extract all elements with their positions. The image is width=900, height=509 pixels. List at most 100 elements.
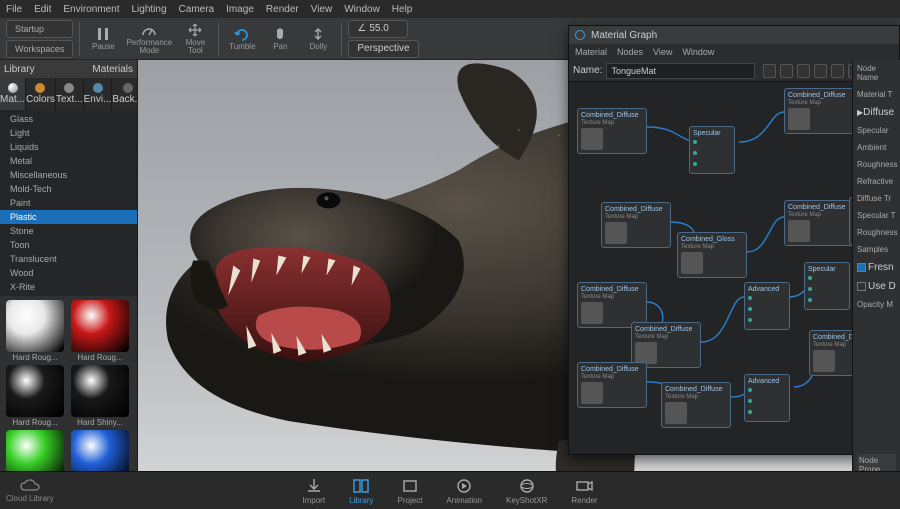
workspaces-button[interactable]: Workspaces bbox=[6, 40, 73, 58]
graph-node[interactable]: Combined_DiffuseTexture Map bbox=[784, 200, 854, 246]
menubar: File Edit Environment Lighting Camera Im… bbox=[0, 0, 900, 18]
prop-specular[interactable]: Specular bbox=[857, 126, 896, 135]
prop-opacity[interactable]: Opacity M bbox=[857, 300, 896, 309]
menu-window[interactable]: Window bbox=[344, 4, 380, 15]
menu-lighting[interactable]: Lighting bbox=[132, 4, 167, 15]
check-used[interactable]: Use D bbox=[857, 281, 896, 292]
pause-button[interactable]: Pause bbox=[86, 20, 120, 58]
cloud-library-button[interactable]: Cloud Library bbox=[6, 479, 54, 503]
material-swatch[interactable]: Hard Roug... bbox=[69, 300, 131, 362]
graph-node[interactable]: Specular bbox=[804, 262, 850, 310]
category-toon[interactable]: Toon bbox=[0, 238, 137, 252]
graph-node[interactable]: Combined_DiffuseTexture Map bbox=[601, 202, 671, 248]
move-icon bbox=[187, 22, 203, 38]
category-stone[interactable]: Stone bbox=[0, 224, 137, 238]
tumble-button[interactable]: Tumble bbox=[225, 20, 259, 58]
ng-menu-window[interactable]: Window bbox=[682, 47, 714, 57]
perspective-dropdown[interactable]: Perspective bbox=[348, 40, 418, 58]
category-x-rite[interactable]: X-Rite bbox=[0, 280, 137, 294]
material-swatch[interactable]: Hard Shiny... bbox=[69, 365, 131, 427]
project-icon bbox=[401, 477, 419, 495]
category-mold-tech[interactable]: Mold-Tech bbox=[0, 182, 137, 196]
material-swatch[interactable]: Hard Roug... bbox=[4, 365, 66, 427]
name-label: Name: bbox=[573, 65, 602, 76]
ng-menu-nodes[interactable]: Nodes bbox=[617, 47, 643, 57]
graph-node[interactable]: Combined_DiffuseTexture Map bbox=[784, 88, 854, 134]
bottom-project[interactable]: Project bbox=[398, 477, 423, 505]
node-canvas[interactable]: Combined_DiffuseTexture Map Combined_Diff… bbox=[569, 82, 899, 454]
prop-roughness[interactable]: Roughness bbox=[857, 160, 896, 169]
menu-view[interactable]: View bbox=[311, 4, 333, 15]
prop-materialtype: Material T bbox=[857, 90, 896, 99]
prop-diffuse[interactable]: ▶Diffuse bbox=[857, 107, 896, 118]
dolly-button[interactable]: Dolly bbox=[301, 20, 335, 58]
bottom-keyshotxr[interactable]: KeyShotXR bbox=[506, 477, 547, 505]
dolly-icon bbox=[310, 26, 326, 42]
graph-node[interactable]: Advanced bbox=[744, 282, 790, 330]
ng-menu-view[interactable]: View bbox=[653, 47, 672, 57]
graph-node[interactable]: Combined_DiffuseTexture Map bbox=[577, 362, 647, 408]
pause-icon bbox=[95, 26, 111, 42]
menu-image[interactable]: Image bbox=[226, 4, 254, 15]
tab-materials[interactable]: Mat... bbox=[0, 78, 26, 110]
library-icon bbox=[352, 477, 370, 495]
refresh-icon[interactable] bbox=[780, 64, 793, 78]
ng-menu-material[interactable]: Material bbox=[575, 47, 607, 57]
category-miscellaneous[interactable]: Miscellaneous bbox=[0, 168, 137, 182]
tab-environments[interactable]: Envi... bbox=[84, 78, 113, 110]
move-tool-button[interactable]: Move Tool bbox=[178, 20, 212, 58]
material-graph-titlebar[interactable]: Material Graph bbox=[569, 26, 899, 44]
bottom-import[interactable]: Import bbox=[302, 477, 325, 505]
category-liquids[interactable]: Liquids bbox=[0, 140, 137, 154]
graph-node[interactable]: Combined_GlossTexture Map bbox=[677, 232, 747, 278]
category-translucent[interactable]: Translucent bbox=[0, 252, 137, 266]
category-paint[interactable]: Paint bbox=[0, 196, 137, 210]
category-metal[interactable]: Metal bbox=[0, 154, 137, 168]
graph-node[interactable]: Advanced bbox=[744, 374, 790, 422]
bottom-library[interactable]: Library bbox=[349, 477, 373, 505]
menu-camera[interactable]: Camera bbox=[179, 4, 215, 15]
category-plastic[interactable]: Plastic bbox=[0, 210, 137, 224]
angle-icon: ∠ bbox=[357, 23, 366, 34]
prop-speculartr[interactable]: Specular T bbox=[857, 211, 896, 220]
bottom-render[interactable]: Render bbox=[571, 477, 597, 505]
category-glass[interactable]: Glass bbox=[0, 112, 137, 126]
category-light[interactable]: Light bbox=[0, 126, 137, 140]
material-graph-window[interactable]: Material Graph Material Nodes View Windo… bbox=[568, 25, 900, 455]
library-panel: LibraryMaterials Mat... Colors Text... E… bbox=[0, 60, 138, 509]
save-icon[interactable] bbox=[763, 64, 776, 78]
check-fresnel[interactable]: Fresn bbox=[857, 262, 896, 273]
prop-ambient[interactable]: Ambient bbox=[857, 143, 896, 152]
redo-icon[interactable] bbox=[814, 64, 827, 78]
tab-colors[interactable]: Colors bbox=[26, 78, 56, 110]
menu-environment[interactable]: Environment bbox=[63, 4, 119, 15]
graph-node[interactable]: Combined_DiffuseTexture Map bbox=[661, 382, 731, 428]
prop-refractive[interactable]: Refractive bbox=[857, 177, 896, 186]
graph-node[interactable]: Specular bbox=[689, 126, 735, 174]
performance-mode-button[interactable]: Performance Mode bbox=[124, 20, 174, 58]
fov-field[interactable]: ∠55.0 bbox=[348, 20, 408, 38]
prop-roughness2[interactable]: Roughness bbox=[857, 228, 896, 237]
category-wood[interactable]: Wood bbox=[0, 266, 137, 280]
prop-samples[interactable]: Samples bbox=[857, 245, 896, 254]
prop-nodename: Node Name bbox=[857, 64, 896, 82]
menu-help[interactable]: Help bbox=[392, 4, 413, 15]
undo-icon[interactable] bbox=[797, 64, 810, 78]
pan-button[interactable]: Pan bbox=[263, 20, 297, 58]
menu-edit[interactable]: Edit bbox=[34, 4, 51, 15]
menu-file[interactable]: File bbox=[6, 4, 22, 15]
separator bbox=[341, 22, 342, 56]
startup-button[interactable]: Startup bbox=[6, 20, 73, 38]
library-tabs: Mat... Colors Text... Envi... Back... Fa… bbox=[0, 78, 137, 110]
material-name-input[interactable]: TongueMat bbox=[606, 63, 754, 79]
delete-icon[interactable] bbox=[831, 64, 844, 78]
hand-icon bbox=[272, 26, 288, 42]
library-title: LibraryMaterials bbox=[0, 60, 137, 78]
graph-node[interactable]: Combined_DiffuseTexture Map bbox=[577, 108, 647, 154]
tab-textures[interactable]: Text... bbox=[56, 78, 84, 110]
prop-diffusetr[interactable]: Diffuse Tr bbox=[857, 194, 896, 203]
material-swatch[interactable]: Hard Roug... bbox=[4, 300, 66, 362]
menu-render[interactable]: Render bbox=[266, 4, 299, 15]
material-graph-toolbar: Name: TongueMat bbox=[569, 60, 899, 82]
bottom-animation[interactable]: Animation bbox=[446, 477, 482, 505]
